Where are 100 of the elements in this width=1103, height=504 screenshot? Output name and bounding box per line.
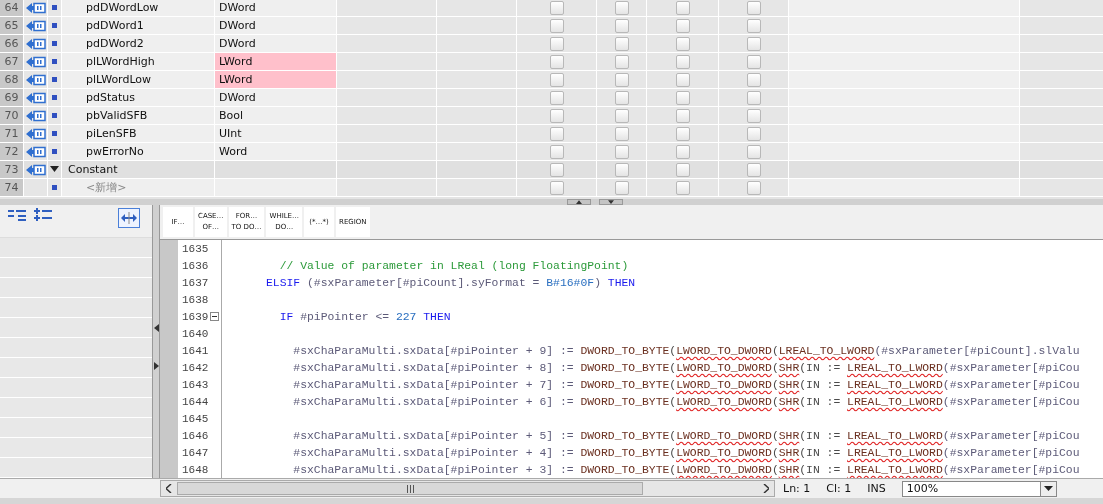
checkbox[interactable]: [549, 36, 564, 51]
checkbox[interactable]: [675, 162, 690, 177]
checkbox[interactable]: [675, 72, 690, 87]
checkbox[interactable]: [746, 108, 761, 123]
scroll-right-icon[interactable]: [763, 484, 769, 493]
data-type-cell: LWord: [215, 53, 337, 71]
checkbox[interactable]: [675, 90, 690, 105]
checkbox[interactable]: [549, 108, 564, 123]
line-number: 1641: [182, 344, 209, 357]
member-name: pdStatus: [62, 89, 215, 107]
collapse-up-button[interactable]: [567, 199, 591, 205]
data-type-cell: UInt: [215, 125, 337, 143]
checkbox[interactable]: [746, 162, 761, 177]
line-number: 1637: [182, 276, 209, 289]
scroll-left-icon[interactable]: [166, 484, 172, 493]
member-icon: [52, 185, 57, 190]
member-icon: [52, 77, 57, 82]
checkbox[interactable]: [614, 126, 629, 141]
checkbox[interactable]: [614, 162, 629, 177]
data-type-cell: LWord: [215, 71, 337, 89]
insert-mode-indicator: INS: [867, 482, 886, 495]
checkbox[interactable]: [549, 162, 564, 177]
checkbox[interactable]: [675, 54, 690, 69]
checkbox[interactable]: [549, 90, 564, 105]
line-number: 1648: [182, 463, 209, 476]
checkbox[interactable]: [675, 18, 690, 33]
dropdown-button[interactable]: [1039, 481, 1056, 496]
outdent-icon[interactable]: [34, 208, 52, 222]
fold-toggle[interactable]: [210, 312, 219, 321]
code-line: #sxChaParaMulti.sxData[#piPointer + 7] := DWORD_TO_BYTE(LWORD_TO_DWORD(SHR(IN := LREAL_TO_LWORD(#sxParameter[#piCou: [292, 378, 1080, 391]
checkbox[interactable]: [614, 180, 629, 195]
checkbox[interactable]: [746, 0, 761, 15]
column-indicator: Cl: 1: [826, 482, 852, 495]
checkbox[interactable]: [549, 126, 564, 141]
checkbox[interactable]: [549, 0, 564, 15]
checkbox[interactable]: [614, 18, 629, 33]
checkbox[interactable]: [614, 36, 629, 51]
checkbox[interactable]: [614, 54, 629, 69]
line-number: 1639: [182, 310, 209, 323]
checkbox[interactable]: [675, 144, 690, 159]
expand-triangle-icon[interactable]: [50, 166, 59, 173]
checkbox[interactable]: [675, 126, 690, 141]
code-line: ELSIF (#sxParameter[#piCount].syFormat = B#16#0F) THEN: [265, 276, 636, 289]
checkbox[interactable]: [549, 72, 564, 87]
checkbox[interactable]: [614, 0, 629, 15]
row-number: 71: [0, 125, 24, 143]
data-type-cell: Bool: [215, 107, 337, 125]
line-number: 1645: [182, 412, 209, 425]
checkbox[interactable]: [746, 54, 761, 69]
up-arrow-icon: [576, 200, 582, 204]
checkbox[interactable]: [549, 180, 564, 195]
member-icon: [52, 95, 57, 100]
checkbox[interactable]: [675, 108, 690, 123]
row-number: 65: [0, 17, 24, 35]
row-number: 66: [0, 35, 24, 53]
member-name: pdDWord2: [62, 35, 215, 53]
checkbox[interactable]: [746, 126, 761, 141]
line-number: 1646: [182, 429, 209, 442]
checkbox[interactable]: [549, 144, 564, 159]
code-line: #sxChaParaMulti.sxData[#piPointer + 5] := DWORD_TO_BYTE(LWORD_TO_DWORD(SHR(IN := LREAL_TO_LWORD(#sxParameter[#piCou: [292, 429, 1080, 442]
checkbox[interactable]: [746, 180, 761, 195]
data-type-cell: DWord: [215, 17, 337, 35]
data-type-cell: DWord: [215, 35, 337, 53]
horizontal-scrollbar[interactable]: [160, 480, 775, 497]
split-view-button[interactable]: [118, 208, 140, 228]
code-line: #sxChaParaMulti.sxData[#piPointer + 4] := DWORD_TO_BYTE(LWORD_TO_DWORD(SHR(IN := LREAL_TO_LWORD(#sxParameter[#piCou: [292, 446, 1080, 459]
checkbox[interactable]: [746, 36, 761, 51]
data-type-cell: DWord: [215, 0, 337, 17]
code-line: #sxChaParaMulti.sxData[#piPointer + 6] := DWORD_TO_BYTE(LWORD_TO_DWORD(SHR(IN := LREAL_TO_LWORD(#sxParameter[#piCou: [292, 395, 1080, 408]
checkbox[interactable]: [614, 108, 629, 123]
checkbox[interactable]: [549, 54, 564, 69]
checkbox[interactable]: [675, 180, 690, 195]
line-number: 1638: [182, 293, 209, 306]
line-number: 1644: [182, 395, 209, 408]
code-line: // Value of parameter in LReal (long FloatingPoint): [278, 259, 629, 272]
line-number: 1643: [182, 378, 209, 391]
checkbox[interactable]: [746, 90, 761, 105]
checkbox[interactable]: [746, 18, 761, 33]
checkbox[interactable]: [614, 72, 629, 87]
checkbox[interactable]: [746, 144, 761, 159]
member-name: pdDWordLow: [62, 0, 215, 17]
zoom-dropdown[interactable]: 100%: [901, 480, 1057, 497]
indent-icon[interactable]: [8, 208, 26, 222]
checkbox[interactable]: [549, 18, 564, 33]
code-line: IF #piPointer <= 227 THEN: [278, 310, 451, 323]
scrollbar-thumb[interactable]: [177, 482, 643, 495]
member-icon: [52, 59, 57, 64]
row-number: 64: [0, 0, 24, 17]
member-name: Constant: [62, 161, 215, 179]
caret-icon: [1043, 486, 1053, 491]
row-number: 74: [0, 179, 24, 197]
expand-down-button[interactable]: [599, 199, 623, 205]
checkbox[interactable]: [614, 144, 629, 159]
checkbox[interactable]: [675, 36, 690, 51]
checkbox[interactable]: [675, 0, 690, 15]
checkbox[interactable]: [614, 90, 629, 105]
line-number: 1642: [182, 361, 209, 374]
member-name: <新增>: [62, 179, 215, 197]
code-line: #sxChaParaMulti.sxData[#piPointer + 8] := DWORD_TO_BYTE(LWORD_TO_DWORD(SHR(IN := LREAL_TO_LWORD(#sxParameter[#piCou: [292, 361, 1080, 374]
checkbox[interactable]: [746, 72, 761, 87]
